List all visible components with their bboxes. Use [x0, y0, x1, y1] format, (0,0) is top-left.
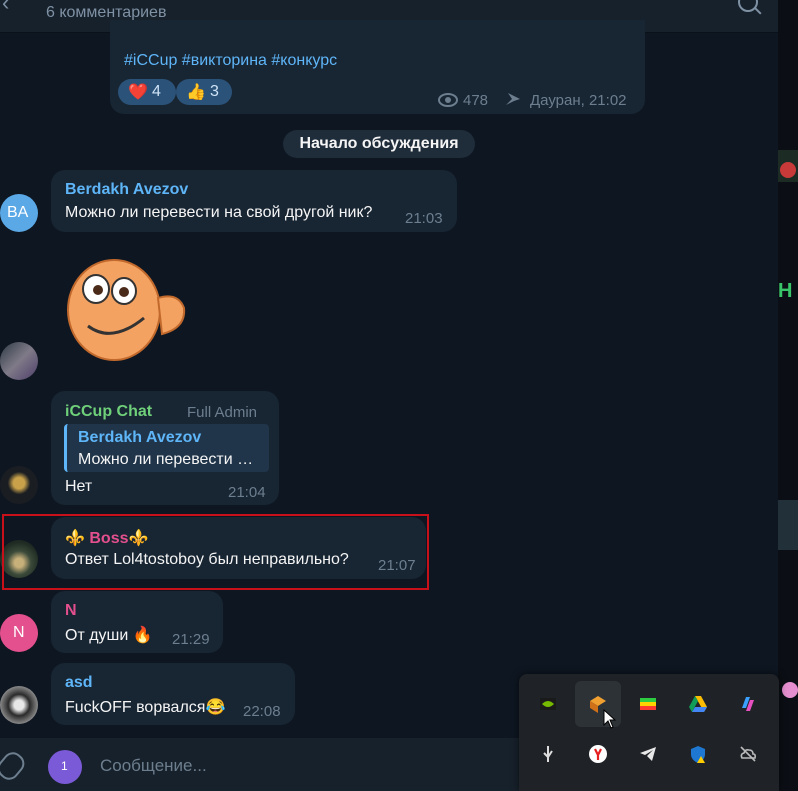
sender-name[interactable]: iCCup Chat	[65, 403, 152, 421]
post-views: 478	[463, 92, 489, 109]
reaction-count: 3	[210, 83, 219, 100]
background-window-edge: Н	[778, 0, 798, 791]
search-icon[interactable]	[738, 0, 758, 12]
tray-item[interactable]	[525, 681, 571, 727]
avatar[interactable]: BA	[0, 194, 38, 232]
copilot-icon	[742, 697, 754, 711]
message-time: 22:08	[243, 703, 281, 720]
avatar[interactable]	[0, 466, 38, 504]
reaction-thumbs-up[interactable]: 👍 3	[176, 79, 232, 105]
message-time: 21:04	[228, 484, 266, 501]
message-text: Можно ли перевести на свой другой ник?	[65, 204, 373, 221]
message-bubble[interactable]: N От души 🔥 21:29	[51, 591, 223, 653]
chat-window: ‹ 6 комментариев #iCCup #викторина #конк…	[0, 0, 778, 791]
tray-item[interactable]	[625, 731, 671, 777]
tray-item[interactable]	[725, 681, 771, 727]
message-time: 21:03	[405, 210, 443, 227]
message-bubble[interactable]: asd FuckOFF ворвался😂 22:08	[51, 663, 295, 725]
nvidia-icon	[540, 698, 556, 710]
post-author-time: Дауран, 21:02	[530, 92, 627, 109]
avatar[interactable]: N	[0, 614, 38, 652]
avatar[interactable]	[0, 686, 38, 724]
tray-item[interactable]	[675, 731, 721, 777]
telegram-icon	[640, 747, 656, 761]
tray-item[interactable]	[725, 731, 771, 777]
reply-text: Можно ли перевести …	[78, 451, 254, 468]
message-placeholder: Сообщение...	[100, 756, 207, 775]
background-window-content	[778, 500, 798, 550]
message-time: 21:29	[172, 631, 210, 648]
discussion-start-label: Начало обсуждения	[283, 130, 475, 158]
onedrive-off-icon	[740, 746, 757, 762]
background-window-content	[780, 162, 796, 178]
thumbs-up-icon: 👍	[186, 84, 206, 101]
unread-badge[interactable]: 1	[48, 750, 82, 784]
message-bubble[interactable]: Berdakh Avezov Можно ли перевести на сво…	[51, 170, 457, 232]
message-input[interactable]: Сообщение...	[96, 748, 516, 782]
reply-sender-name: Berdakh Avezov	[78, 429, 202, 446]
tray-item[interactable]	[525, 731, 571, 777]
channel-post-bubble: #iCCup #викторина #конкурс ❤️ 4 👍 3 478 …	[110, 20, 645, 114]
sender-name[interactable]: N	[65, 602, 77, 620]
reaction-count: 4	[152, 83, 161, 100]
usb-icon	[543, 746, 553, 762]
tray-item[interactable]	[625, 681, 671, 727]
tray-item[interactable]	[675, 681, 721, 727]
avatar[interactable]	[0, 342, 38, 380]
yandex-icon	[589, 745, 607, 763]
forward-icon	[506, 93, 520, 105]
admin-role-label: Full Admin	[187, 404, 258, 421]
badge-count: 1	[61, 759, 68, 773]
sender-name[interactable]: Berdakh Avezov	[65, 181, 188, 199]
attach-icon[interactable]	[0, 748, 29, 784]
background-window-content	[782, 682, 798, 698]
eye-icon	[438, 93, 458, 107]
sticker[interactable]	[62, 254, 190, 362]
defender-icon	[691, 746, 705, 763]
back-arrow-icon[interactable]: ‹	[2, 0, 9, 16]
background-window-content: Н	[778, 280, 793, 302]
reply-preview[interactable]: Berdakh Avezov Можно ли перевести …	[64, 424, 269, 472]
avatar-initials: BA	[7, 204, 29, 221]
message-text: FuckOFF ворвался😂	[65, 699, 226, 716]
bluestacks-icon	[640, 698, 656, 710]
avatar-initials: N	[13, 624, 25, 641]
sender-name[interactable]: asd	[65, 674, 93, 692]
heart-icon: ❤️	[128, 84, 148, 101]
thumbs-up-face-sticker-icon	[67, 259, 186, 361]
mouse-cursor-icon	[603, 709, 617, 729]
google-drive-icon	[689, 696, 707, 712]
highlight-box	[2, 514, 429, 590]
tray-item[interactable]	[575, 731, 621, 777]
post-hashtags[interactable]: #iCCup #викторина #конкурс	[124, 52, 337, 70]
message-text: Нет	[65, 478, 93, 495]
message-bubble[interactable]: iCCup Chat Full Admin Berdakh Avezov Мож…	[51, 391, 279, 505]
message-text: От души 🔥	[65, 627, 153, 644]
reaction-heart[interactable]: ❤️ 4	[118, 79, 176, 105]
system-tray-overflow	[519, 674, 779, 791]
